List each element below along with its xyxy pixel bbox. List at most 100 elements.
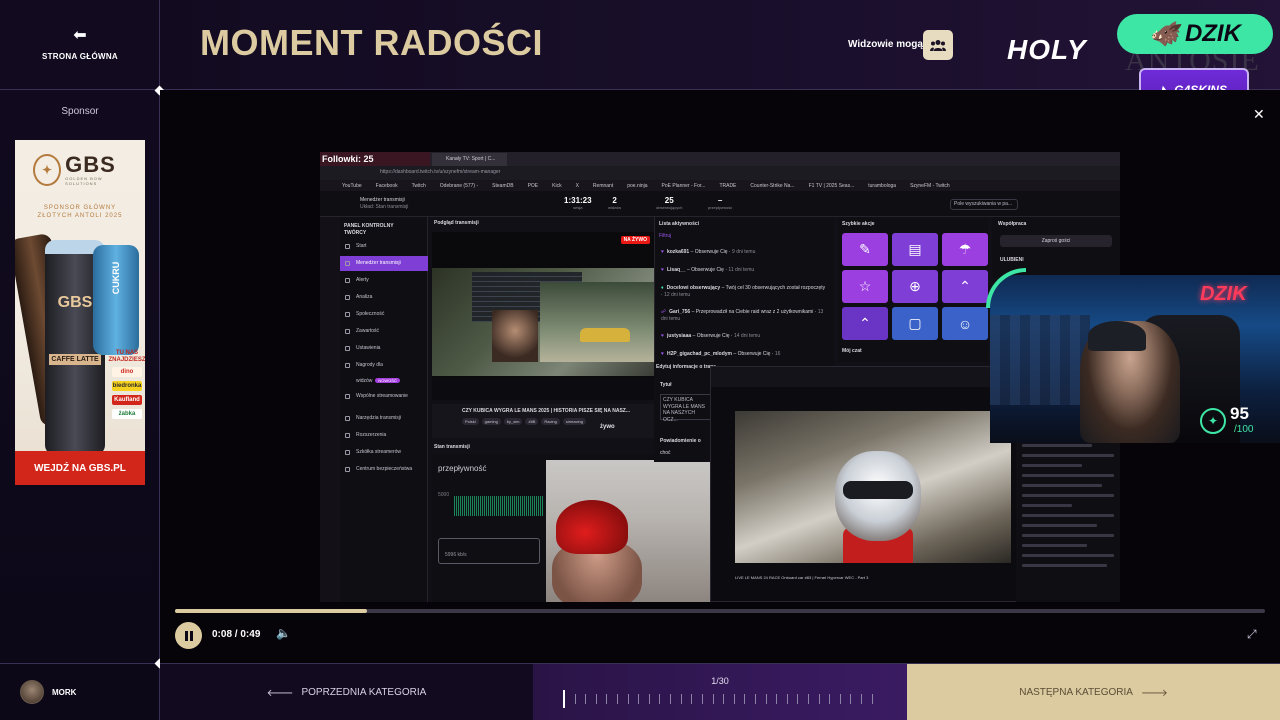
nav-item: Społeczność bbox=[340, 307, 428, 322]
category-tick[interactable] bbox=[839, 694, 841, 704]
chevron-up-icon: ⌃ bbox=[942, 270, 988, 303]
ad-cta-button[interactable]: WEJDŹ NA GBS.PL bbox=[15, 451, 145, 485]
user-profile[interactable]: MORK bbox=[0, 663, 160, 720]
manager-title-text: Menedżer transmisji bbox=[360, 197, 405, 203]
edit-title-value: CZY KUBICA WYGRA LE MANS NA NASZYCH OCZ.… bbox=[660, 394, 714, 423]
previous-category-button[interactable]: 🡐 POPRZEDNIA KATEGORIA bbox=[160, 664, 533, 720]
category-tick[interactable] bbox=[606, 694, 608, 704]
category-tick[interactable] bbox=[744, 694, 746, 704]
nav-item: Szkółka streamerów bbox=[340, 445, 428, 460]
store-biedronka: biedronka bbox=[112, 381, 142, 392]
zywo-label: żywo bbox=[600, 424, 615, 430]
manager-title: Menedżer transmisji Układ: Stan transmis… bbox=[360, 197, 408, 210]
category-tick[interactable] bbox=[808, 694, 810, 704]
category-tick[interactable] bbox=[627, 694, 629, 704]
ad-brand: GBS bbox=[65, 152, 116, 177]
ad-stores: TU NAS ZNAJDZIESZ dino biedronka Kauflan… bbox=[109, 350, 145, 420]
category-ticks[interactable] bbox=[563, 690, 873, 708]
video-time: 0:08 / 0:49 bbox=[212, 629, 261, 640]
boar-icon: 🐗 bbox=[1149, 20, 1179, 48]
collab-panel: Współpraca Zaproś gości ULUBIENI bbox=[992, 217, 1120, 277]
preview-controls bbox=[432, 378, 654, 400]
video-progress-fill bbox=[175, 609, 367, 613]
stream-title-row: CZY KUBICA WYGRA LE MANS 2025 | HISTORIA… bbox=[432, 404, 654, 438]
users-icon bbox=[930, 40, 946, 51]
category-tick[interactable] bbox=[712, 694, 714, 704]
category-tick[interactable] bbox=[754, 694, 756, 704]
category-tick[interactable] bbox=[585, 694, 587, 704]
category-tick[interactable] bbox=[563, 690, 565, 708]
close-icon[interactable]: ✕ bbox=[1253, 106, 1265, 123]
header: MOMENT RADOŚCI Widzowie mogą ANTOSIE HOL… bbox=[160, 0, 1280, 112]
bitrate-label: przepływność bbox=[438, 464, 487, 473]
category-counter[interactable]: 1/30 bbox=[533, 664, 907, 720]
can-side-label: CUKRU bbox=[111, 261, 121, 295]
dzik-label: DZIK bbox=[1184, 20, 1241, 47]
category-tick[interactable] bbox=[595, 694, 597, 704]
category-tick[interactable] bbox=[723, 694, 725, 704]
quick-actions: Szybkie akcje ✎ ▤ ☂ ☆ ⊕ ⌃ ⌃ ▢ ☺ bbox=[838, 217, 988, 362]
pause-button[interactable] bbox=[175, 622, 202, 649]
video-player[interactable]: ✕ Followki: 25 Kanały TV: Sport | C... h… bbox=[160, 90, 1280, 663]
helmet bbox=[835, 451, 921, 541]
category-tick[interactable] bbox=[648, 694, 650, 704]
twitch-nav: PANEL KONTROLNY TWÓRCY Start Menedżer tr… bbox=[340, 217, 428, 602]
edit-stream-info: Edytuj informacje o transmisji Tytuł CZY… bbox=[654, 362, 716, 462]
ad-logo: ✦ GBS GOLDEN BOW SOLUTIONS bbox=[33, 150, 127, 190]
category-tick[interactable] bbox=[691, 694, 693, 704]
bow-logo-icon: ✦ bbox=[33, 154, 62, 186]
score-badge: ✦ 95 /100 bbox=[1200, 402, 1280, 442]
onboard-video-title: LIVE LE MANS 24 RACE Onboard car #83 | F… bbox=[735, 575, 869, 580]
state-header: Stan transmisji bbox=[434, 444, 470, 450]
chevron-up-icon: ⌃ bbox=[842, 307, 888, 340]
category-tick[interactable] bbox=[818, 694, 820, 704]
category-tick[interactable] bbox=[871, 694, 873, 704]
volume-icon[interactable]: 🔈 bbox=[276, 626, 291, 640]
ad-can-side: CUKRU bbox=[93, 245, 139, 355]
left-column: ⬅ STRONA GŁÓWNA Sponsor ✦ GBS GOLDEN BOW… bbox=[0, 0, 160, 720]
fullscreen-icon[interactable]: ⤢ bbox=[1247, 627, 1257, 642]
add-user-icon: ⊕ bbox=[892, 270, 938, 303]
browser-tabs: Followki: 25 Kanały TV: Sport | C... bbox=[320, 152, 1120, 166]
category-tick[interactable] bbox=[638, 694, 640, 704]
previous-category-label: POPRZEDNIA KATEGORIA bbox=[301, 687, 427, 698]
category-tick[interactable] bbox=[701, 694, 703, 704]
category-tick[interactable] bbox=[861, 694, 863, 704]
viewers-label: Widzowie mogą bbox=[848, 39, 923, 50]
next-category-button[interactable]: NASTĘPNA KATEGORIA 🡒 bbox=[907, 664, 1280, 720]
category-tick[interactable] bbox=[670, 694, 672, 704]
category-tick[interactable] bbox=[765, 694, 767, 704]
nav-item: Menedżer transmisji bbox=[340, 256, 428, 271]
category-tick[interactable] bbox=[776, 694, 778, 704]
ad-line-1: SPONSOR GŁÓWNY bbox=[43, 205, 117, 211]
video-progress-bar[interactable] bbox=[175, 609, 1265, 613]
category-tick[interactable] bbox=[733, 694, 735, 704]
viewers-button[interactable] bbox=[923, 30, 953, 60]
category-tick[interactable] bbox=[680, 694, 682, 704]
category-tick[interactable] bbox=[786, 694, 788, 704]
category-tick[interactable] bbox=[829, 694, 831, 704]
home-button[interactable]: ⬅ STRONA GŁÓWNA bbox=[0, 0, 160, 90]
notify-value: choć bbox=[660, 450, 671, 456]
smile-icon: ☺ bbox=[942, 307, 988, 340]
sponsor-ad[interactable]: ✦ GBS GOLDEN BOW SOLUTIONS SPONSOR GŁÓWN… bbox=[15, 140, 145, 485]
chat-header: Mój czat bbox=[842, 348, 862, 354]
stat-bitrate: – przepływność bbox=[708, 196, 733, 210]
category-tick[interactable] bbox=[850, 694, 852, 704]
category-tick[interactable] bbox=[659, 694, 661, 704]
back-arrow-icon: ⬅ bbox=[73, 27, 87, 44]
score-max: /100 bbox=[1234, 424, 1254, 435]
stat-viewers: 2 widzów bbox=[608, 196, 622, 210]
bookmark: X bbox=[575, 182, 579, 189]
pause-icon bbox=[184, 630, 193, 641]
neon-sign: DZIK bbox=[1200, 283, 1247, 305]
elapsed-time: 0:08 bbox=[212, 629, 233, 640]
category-tick[interactable] bbox=[574, 694, 576, 704]
category-tick[interactable] bbox=[617, 694, 619, 704]
sponsor-label: Sponsor bbox=[61, 106, 99, 117]
stream-tags: Polski gaming by_sim #tiB Racing simraci… bbox=[462, 418, 586, 425]
stream-preview: NA ŻYWO bbox=[432, 232, 654, 400]
category-tick[interactable] bbox=[797, 694, 799, 704]
bookmarks-bar: YouTube Facebook Twitch Odebrane (577) -… bbox=[320, 180, 1120, 191]
stream-title: CZY KUBICA WYGRA LE MANS 2025 | HISTORIA… bbox=[462, 408, 630, 414]
